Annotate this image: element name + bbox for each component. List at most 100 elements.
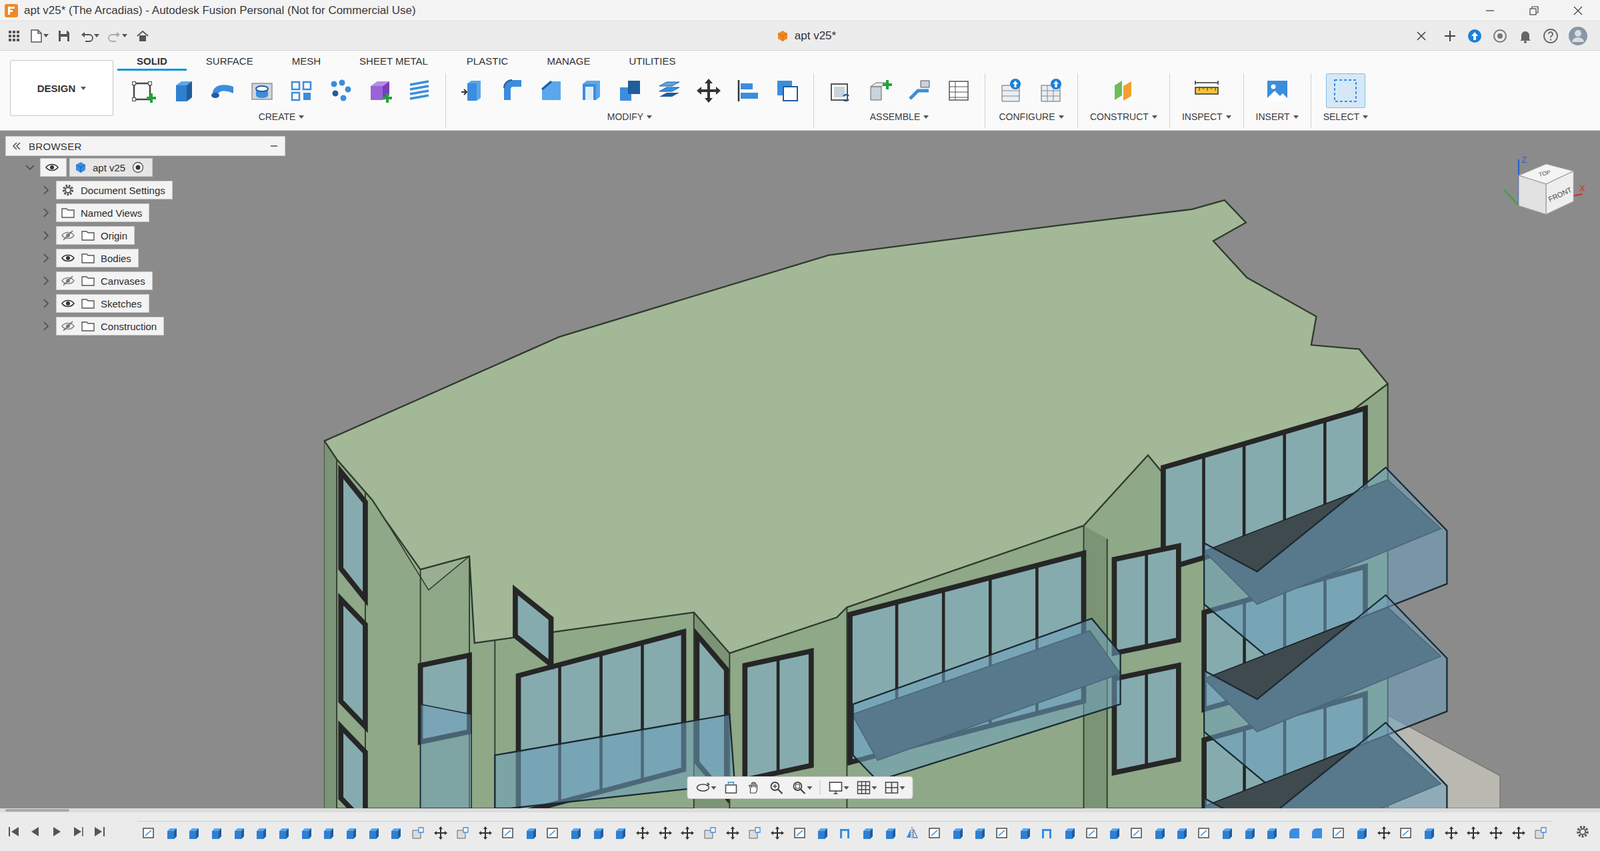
inspect-button[interactable] [1186, 73, 1226, 108]
timeline-feature[interactable] [1395, 822, 1418, 843]
fillet-icon[interactable] [498, 77, 526, 104]
timeline-feature[interactable] [1305, 822, 1328, 843]
browser-item-box[interactable]: Document Settings [56, 180, 173, 200]
move-feature-icon[interactable] [725, 825, 740, 840]
skip-to-start-icon[interactable] [6, 824, 22, 839]
save-button[interactable] [54, 25, 74, 47]
group-menu[interactable]: CONFIGURE [994, 110, 1070, 123]
group-caret-icon[interactable] [1293, 115, 1299, 119]
timeline-feature[interactable] [452, 822, 475, 843]
extrude-feature-icon[interactable] [1421, 825, 1436, 840]
orbit-icon[interactable] [695, 779, 712, 796]
collapse-browser-icon[interactable] [11, 140, 22, 152]
building-model[interactable] [0, 130, 1600, 808]
root-label[interactable]: apt v25 [92, 162, 126, 174]
move-feature-icon[interactable] [1444, 825, 1459, 840]
step-forward-icon[interactable] [70, 824, 86, 839]
group-menu[interactable]: CONSTRUCT [1084, 110, 1163, 123]
extrude-feature-icon[interactable] [612, 825, 628, 840]
group-caret-icon[interactable] [1152, 115, 1158, 119]
align-button[interactable] [728, 73, 768, 108]
offset-button[interactable] [649, 73, 689, 108]
sketch-feature-icon[interactable] [994, 825, 1010, 840]
table-button[interactable] [938, 73, 978, 108]
new-tab-icon[interactable] [1442, 28, 1458, 44]
extrude-feature-icon[interactable] [814, 825, 830, 840]
timeline-feature[interactable] [1440, 822, 1463, 843]
comp2-icon[interactable] [866, 77, 894, 104]
expand-arrow-icon[interactable] [38, 228, 54, 243]
sketch-feature-icon[interactable] [927, 825, 942, 840]
extrude-feature-icon[interactable] [298, 825, 314, 840]
joint-button[interactable] [899, 73, 939, 108]
pattern-button[interactable] [281, 73, 321, 108]
timeline-feature[interactable] [833, 822, 856, 843]
timeline-scrollbar[interactable] [0, 808, 1600, 812]
timeline-feature[interactable] [1215, 822, 1238, 843]
root-component[interactable]: apt v25 [69, 158, 153, 177]
extrude-feature-icon[interactable] [343, 825, 358, 840]
redo-button[interactable] [105, 25, 130, 47]
minimize-button[interactable] [1468, 0, 1512, 22]
expand-arrow-icon[interactable] [38, 296, 54, 311]
browser-item-label[interactable]: Origin [100, 230, 128, 242]
config1-button[interactable] [992, 73, 1032, 108]
timeline-feature[interactable] [1417, 822, 1440, 843]
zoom-button[interactable] [766, 776, 787, 798]
construct-icon[interactable] [1110, 77, 1137, 104]
sketch-button[interactable] [124, 73, 164, 108]
extrude-feature-icon[interactable] [186, 825, 201, 840]
move-feature-icon[interactable] [680, 825, 695, 840]
browser-item-box[interactable]: Bodies [56, 248, 139, 268]
collapse-arrow-icon[interactable] [22, 160, 38, 175]
extrude-feature-icon[interactable] [231, 825, 246, 840]
close-icon[interactable] [1572, 5, 1584, 16]
move-feature-icon[interactable] [1376, 825, 1392, 840]
timeline-feature[interactable] [384, 822, 408, 843]
notifications-icon[interactable] [1517, 28, 1534, 44]
timeline-feature[interactable] [294, 822, 318, 843]
save-icon[interactable] [56, 28, 72, 44]
move-feature-icon[interactable] [1488, 825, 1504, 840]
timeline-feature[interactable] [474, 822, 497, 843]
orbit-button[interactable] [693, 776, 719, 798]
document-tab-label[interactable]: apt v25* [198, 29, 1414, 43]
redo-icon[interactable] [107, 28, 122, 44]
close-tab-button[interactable] [1413, 25, 1430, 47]
timeline-feature[interactable] [204, 822, 228, 843]
insert-icon[interactable] [1264, 77, 1291, 104]
display-settings-icon[interactable] [828, 779, 844, 796]
move-feature-icon[interactable] [635, 825, 650, 840]
grid-settings-button[interactable] [854, 776, 880, 798]
dots-button[interactable] [320, 73, 360, 108]
group-caret-icon[interactable] [923, 115, 929, 119]
insert-button[interactable] [1257, 73, 1297, 108]
top-face-label[interactable]: TOP [1538, 168, 1552, 178]
extrude-feature-icon[interactable] [860, 825, 875, 840]
group-label[interactable]: ASSEMBLE [870, 111, 920, 122]
timeline-feature[interactable] [519, 822, 542, 843]
timeline-feature[interactable] [654, 822, 677, 843]
timeline-feature[interactable] [339, 822, 362, 843]
redo-caret-icon[interactable] [122, 34, 128, 38]
ribbon-tab[interactable]: SHEET METAL [340, 50, 448, 71]
timeline-scroll-thumb[interactable] [5, 808, 70, 812]
extrude-feature-icon[interactable] [950, 825, 965, 840]
workspace-caret-icon[interactable] [80, 86, 86, 90]
extrude-feature-icon[interactable] [1106, 825, 1122, 840]
timeline-feature[interactable] [1530, 822, 1553, 843]
group-menu[interactable]: INSERT [1250, 110, 1304, 123]
move-feature-icon[interactable] [433, 825, 448, 840]
extrude-feature-icon[interactable] [208, 825, 224, 840]
model-canvas[interactable]: BROWSERapt v25Document SettingsNamed Vie… [0, 130, 1600, 808]
file-caret-icon[interactable] [43, 34, 49, 38]
timeline-feature[interactable] [744, 822, 767, 843]
timeline-feature[interactable] [362, 822, 385, 843]
config1-icon[interactable] [998, 77, 1026, 104]
group-menu[interactable]: SELECT [1318, 110, 1374, 123]
close-button[interactable] [1556, 0, 1600, 22]
move-feature-icon[interactable] [1511, 825, 1526, 840]
browser-item[interactable]: Origin [5, 224, 286, 247]
home-button[interactable] [133, 25, 152, 47]
timeline-feature[interactable] [788, 822, 812, 843]
